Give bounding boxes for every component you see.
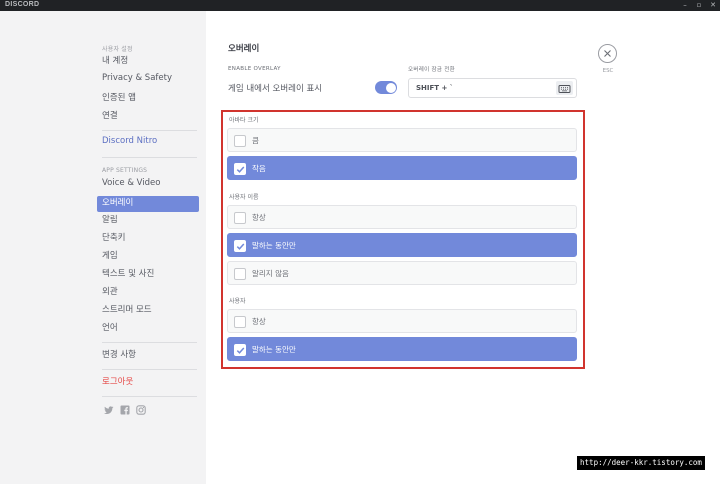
title-bar: DISCORD – ▫ ✕ (0, 0, 720, 11)
avatar-size-option-small[interactable]: 작음 (227, 156, 577, 180)
avatar-size-label: 아바타 크기 (229, 117, 259, 124)
sidebar-item-logout[interactable]: 로그아웃 (97, 375, 199, 391)
sidebar-item-my-account[interactable]: 내 계정 (97, 54, 199, 70)
sidebar-item-nitro[interactable]: Discord Nitro (97, 136, 199, 152)
sidebar-divider (102, 130, 197, 131)
maximize-icon[interactable]: ▫ (692, 0, 706, 11)
sidebar-divider (102, 369, 197, 370)
checkbox-checked (234, 344, 246, 356)
sidebar-item-notifications[interactable]: 알림 (97, 213, 199, 229)
option-label: 큼 (252, 136, 259, 145)
esc-label: ESC (602, 68, 614, 74)
checkbox-checked (234, 163, 246, 175)
sidebar-item-privacy[interactable]: Privacy & Safety (97, 73, 199, 89)
app-settings-header: APP SETTINGS (102, 167, 148, 174)
display-names-option-speaking[interactable]: 말하는 동안만 (227, 233, 577, 257)
display-names-option-always[interactable]: 항상 (227, 205, 577, 229)
sidebar-item-overlay[interactable]: 오버레이 (97, 196, 199, 212)
check-icon (236, 243, 245, 250)
sidebar-item-keybinds[interactable]: 단축키 (97, 231, 199, 247)
option-label: 말하는 동안만 (252, 241, 296, 250)
sidebar-item-authorized-apps[interactable]: 인증된 앱 (97, 91, 199, 107)
show-ingame-overlay-label: 게임 내에서 오버레이 표시 (228, 84, 323, 94)
sidebar-item-changelog[interactable]: 변경 사항 (97, 348, 199, 364)
sidebar-item-appearance[interactable]: 외관 (97, 285, 199, 301)
app-logo: DISCORD (5, 1, 40, 8)
enable-overlay-label: ENABLE OVERLAY (228, 66, 281, 72)
keybind-value: SHIFT + ` (416, 84, 454, 92)
option-label: 항상 (252, 213, 266, 222)
avatar-size-option-large[interactable]: 큼 (227, 128, 577, 152)
facebook-icon[interactable] (120, 405, 130, 415)
option-label: 말하는 동안만 (252, 345, 296, 354)
twitter-icon[interactable] (104, 405, 114, 415)
watermark: http://deer-kkr.tistory.com (577, 456, 705, 470)
sidebar-item-games[interactable]: 게임 (97, 249, 199, 265)
checkbox-checked (234, 240, 246, 252)
display-names-option-never[interactable]: 알리지 않음 (227, 261, 577, 285)
page-title: 오버레이 (228, 44, 260, 54)
check-icon (236, 166, 245, 173)
display-users-option-speaking[interactable]: 말하는 동안만 (227, 337, 577, 361)
lock-overlay-label: 오버레이 잠금 전환 (408, 67, 455, 73)
toggle-knob (385, 82, 396, 93)
option-label: 알리지 않음 (252, 269, 289, 278)
display-users-option-always[interactable]: 항상 (227, 309, 577, 333)
display-names-label: 사용자 이름 (229, 194, 259, 201)
overlay-toggle[interactable] (375, 81, 397, 94)
keyboard-icon[interactable] (556, 81, 573, 95)
instagram-icon[interactable] (136, 405, 146, 415)
user-settings-header: 사용자 설정 (102, 46, 133, 53)
checkbox (234, 316, 246, 328)
keybind-field[interactable]: SHIFT + ` (408, 78, 577, 98)
display-users-label: 사용자 (229, 298, 246, 305)
minimize-icon[interactable]: – (678, 0, 692, 11)
sidebar-divider (102, 396, 197, 397)
option-label: 항상 (252, 317, 266, 326)
sidebar-divider (102, 342, 197, 343)
sidebar-divider (102, 157, 197, 158)
checkbox (234, 268, 246, 280)
sidebar-item-language[interactable]: 언어 (97, 321, 199, 337)
close-settings-button[interactable] (598, 44, 617, 63)
checkbox (234, 212, 246, 224)
close-window-icon[interactable]: ✕ (706, 0, 720, 11)
check-icon (236, 347, 245, 354)
sidebar-item-voice-video[interactable]: Voice & Video (97, 178, 199, 194)
option-label: 작음 (252, 164, 266, 173)
sidebar-item-streamer-mode[interactable]: 스트리머 모드 (97, 303, 199, 319)
close-icon (604, 50, 611, 57)
sidebar-item-text-images[interactable]: 텍스트 및 사진 (97, 267, 199, 283)
sidebar-item-connections[interactable]: 연결 (97, 109, 199, 125)
checkbox (234, 135, 246, 147)
